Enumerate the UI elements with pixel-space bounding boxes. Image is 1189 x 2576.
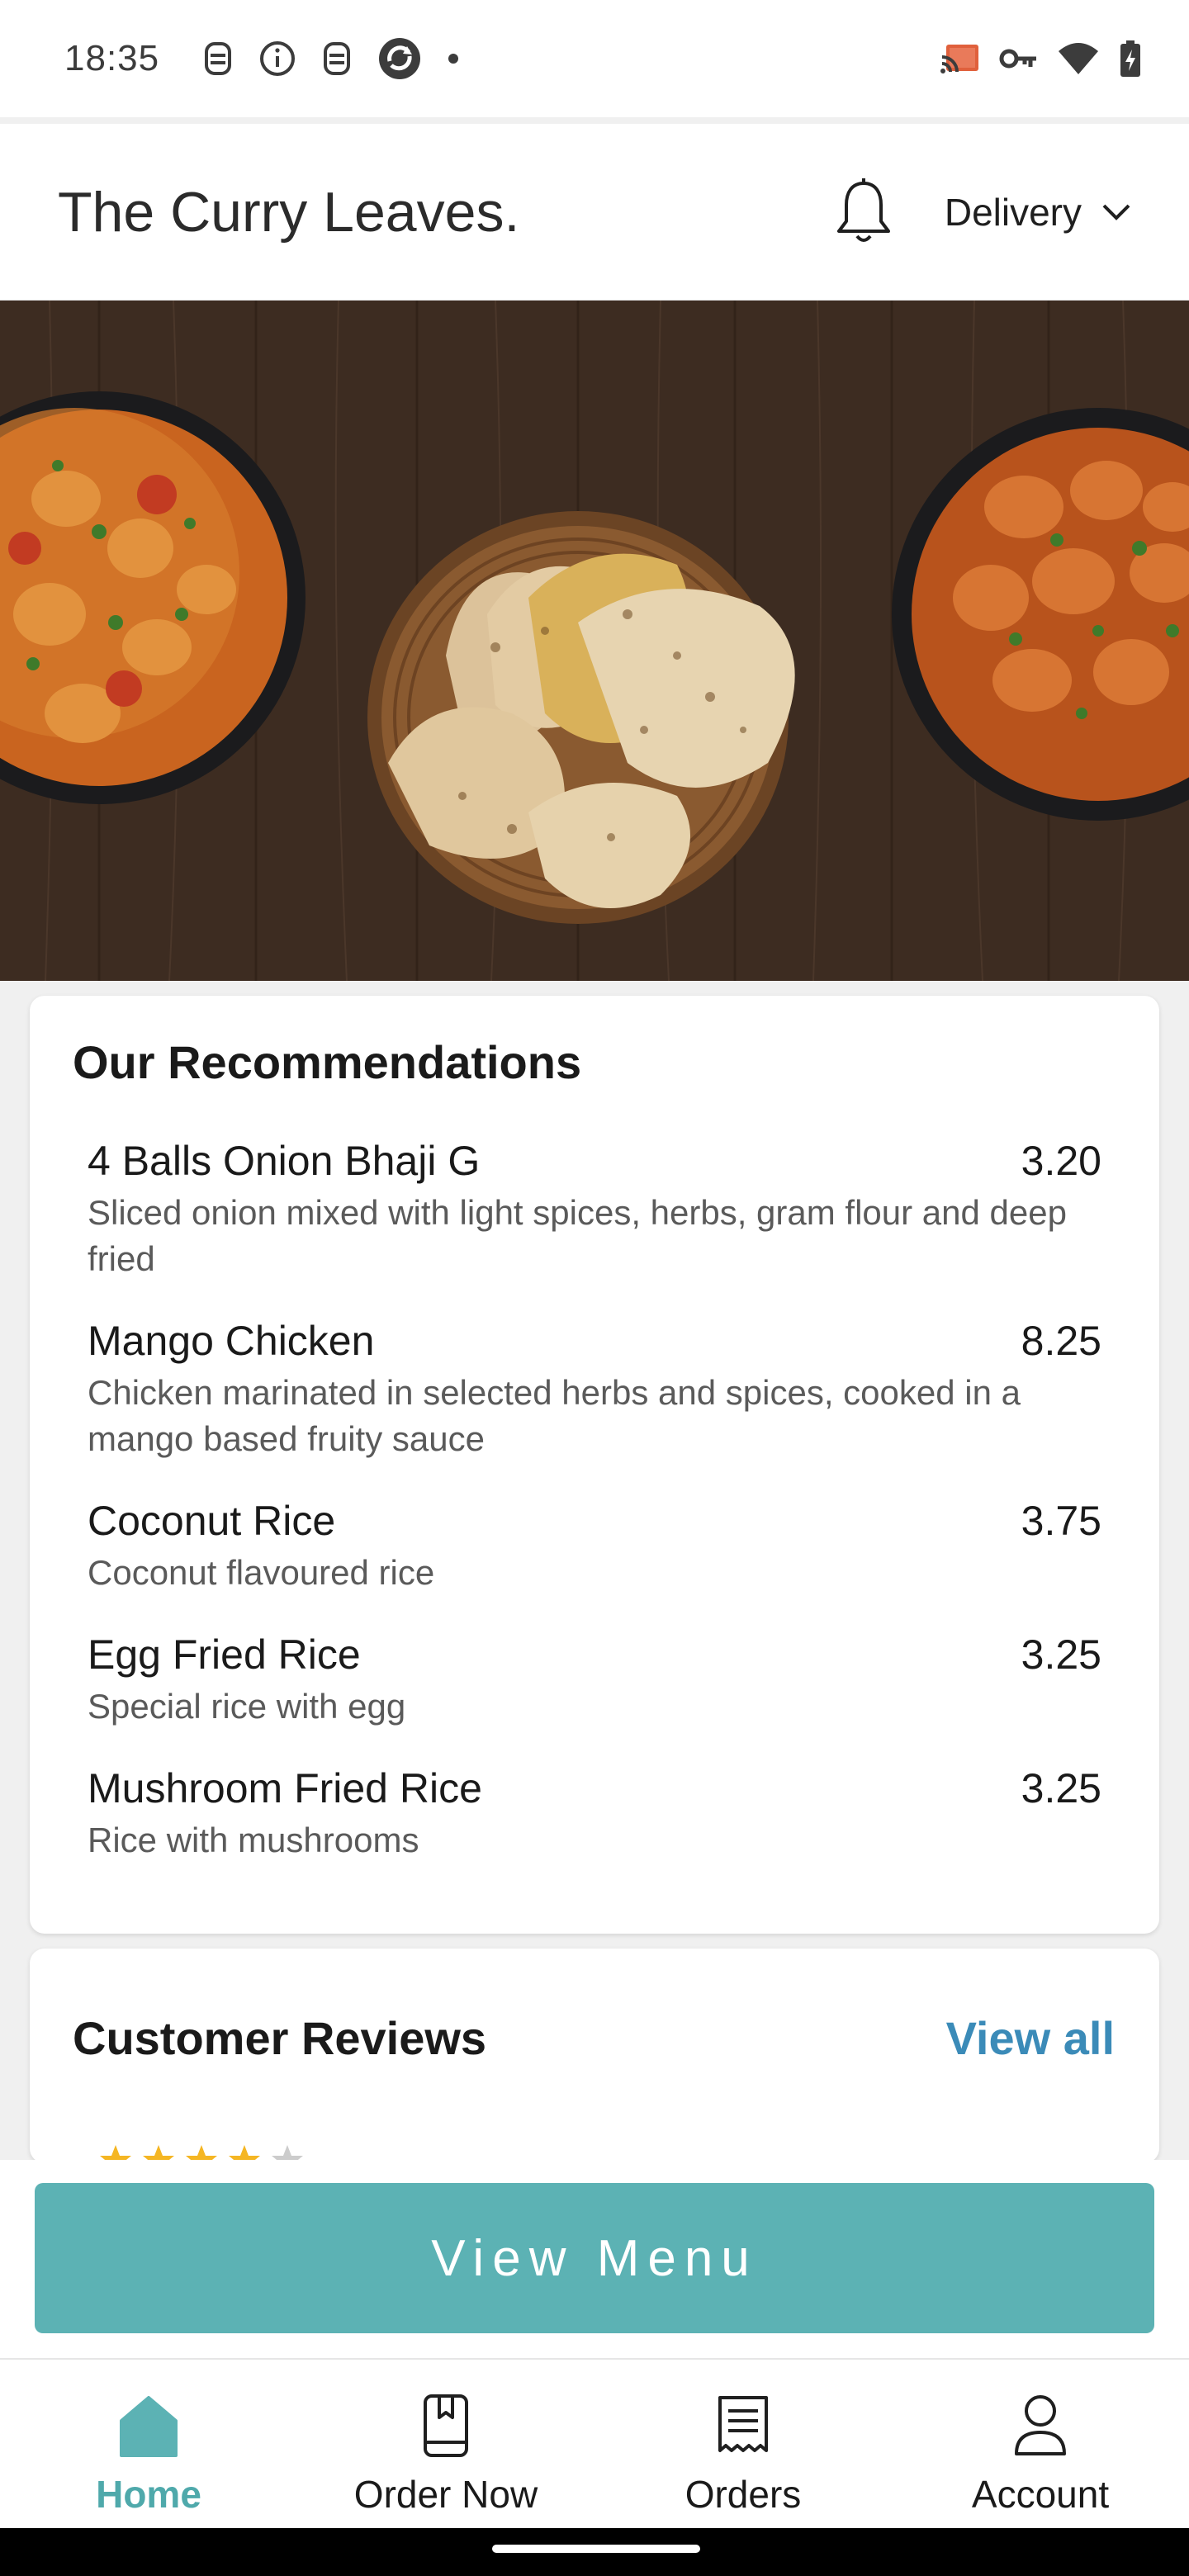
wifi-icon (1059, 43, 1098, 74)
face-unlock-icon (324, 42, 351, 75)
recommendation-row: Egg Fried Rice 3.25 (88, 1631, 1101, 1679)
gesture-handle[interactable] (492, 2545, 700, 2553)
status-left-icons (202, 36, 460, 81)
sync-app-icon (379, 38, 421, 79)
item-name: Egg Fried Rice (88, 1631, 361, 1678)
recommendation-row: Mushroom Fried Rice 3.25 (88, 1764, 1101, 1812)
hero-banner-image (0, 301, 1189, 981)
bell-icon (836, 178, 890, 242)
item-price: 3.20 (1021, 1138, 1101, 1184)
recommendation-row: Mango Chicken 8.25 (88, 1317, 1101, 1365)
home-icon (120, 2396, 178, 2457)
item-description: Rice with mushrooms (88, 1821, 419, 1859)
item-price: 3.25 (1021, 1765, 1101, 1811)
app-header: The Curry Leaves. Delivery (0, 124, 1189, 301)
recommendation-item[interactable]: Mushroom Fried Rice 3.25 Rice with mushr… (88, 1764, 1101, 1863)
account-icon (1015, 2395, 1066, 2455)
nav-item-home[interactable]: Home (0, 2360, 297, 2528)
item-description: Chicken marinated in selected herbs and … (88, 1373, 1021, 1458)
item-name: Coconut Rice (88, 1498, 336, 1544)
receipt-icon (718, 2396, 768, 2452)
nav-item-order-now[interactable]: Order Now (297, 2360, 594, 2528)
item-description: Coconut flavoured rice (88, 1553, 435, 1592)
item-description: Sliced onion mixed with light spices, he… (88, 1193, 1067, 1278)
item-name: Mushroom Fried Rice (88, 1765, 482, 1811)
cast-icon (940, 45, 978, 73)
status-right-icons (940, 40, 1143, 78)
delivery-mode-dropdown[interactable]: Delivery (945, 190, 1131, 234)
status-time: 18:35 (64, 38, 160, 78)
status-bar: 18:35 (0, 0, 1189, 117)
bottom-navigation: Home Order Now Orders Account (0, 2358, 1189, 2528)
dot-icon (448, 54, 459, 64)
recommendation-item[interactable]: Egg Fried Rice 3.25 Special rice with eg… (88, 1631, 1101, 1730)
key-icon (999, 49, 1036, 69)
chevron-down-icon (1102, 204, 1130, 220)
item-name: Mango Chicken (88, 1318, 375, 1364)
recommendation-item[interactable]: 4 Balls Onion Bhaji G 3.20 Sliced onion … (88, 1137, 1101, 1282)
view-all-reviews-link[interactable]: View all (946, 2011, 1115, 2065)
item-description: Special rice with egg (88, 1687, 406, 1726)
reviews-header: Customer Reviews View all (73, 2011, 1115, 2065)
view-menu-container: View Menu (0, 2160, 1189, 2358)
header-actions: Delivery (831, 175, 1131, 249)
reviews-card: Customer Reviews View all (30, 1949, 1159, 2175)
face-unlock-icon (205, 42, 232, 75)
nav-label-order-now: Order Now (353, 2473, 538, 2516)
recommendation-item[interactable]: Coconut Rice 3.75 Coconut flavoured rice (88, 1497, 1101, 1596)
delivery-label: Delivery (944, 190, 1082, 234)
nav-label-orders: Orders (685, 2473, 802, 2516)
reviews-title: Customer Reviews (73, 2012, 487, 2064)
recommendation-item[interactable]: Mango Chicken 8.25 Chicken marinated in … (88, 1317, 1101, 1462)
nav-label-home: Home (96, 2473, 201, 2516)
food-banner-illustration (0, 301, 1189, 981)
nav-item-account[interactable]: Account (892, 2360, 1189, 2528)
recommendations-title: Our Recommendations (73, 1036, 582, 1088)
view-menu-button[interactable]: View Menu (35, 2183, 1154, 2333)
system-gesture-bar (0, 2528, 1189, 2576)
info-icon (260, 41, 296, 76)
item-price: 3.25 (1021, 1631, 1101, 1678)
nav-item-orders[interactable]: Orders (594, 2360, 892, 2528)
recommendations-card: Our Recommendations 4 Balls Onion Bhaji … (30, 996, 1159, 1934)
notifications-button[interactable] (831, 175, 897, 249)
item-name: 4 Balls Onion Bhaji G (88, 1138, 481, 1184)
brand-title: The Curry Leaves. (58, 180, 520, 244)
recommendations-list: 4 Balls Onion Bhaji G 3.20 Sliced onion … (73, 1137, 1101, 1863)
nav-label-account: Account (971, 2473, 1110, 2516)
recommendation-row: 4 Balls Onion Bhaji G 3.20 (88, 1137, 1101, 1185)
battery-icon (1120, 40, 1140, 77)
recommendation-row: Coconut Rice 3.75 (88, 1497, 1101, 1545)
item-price: 3.75 (1021, 1498, 1101, 1544)
item-price: 8.25 (1021, 1318, 1101, 1364)
order-book-icon (424, 2394, 468, 2457)
